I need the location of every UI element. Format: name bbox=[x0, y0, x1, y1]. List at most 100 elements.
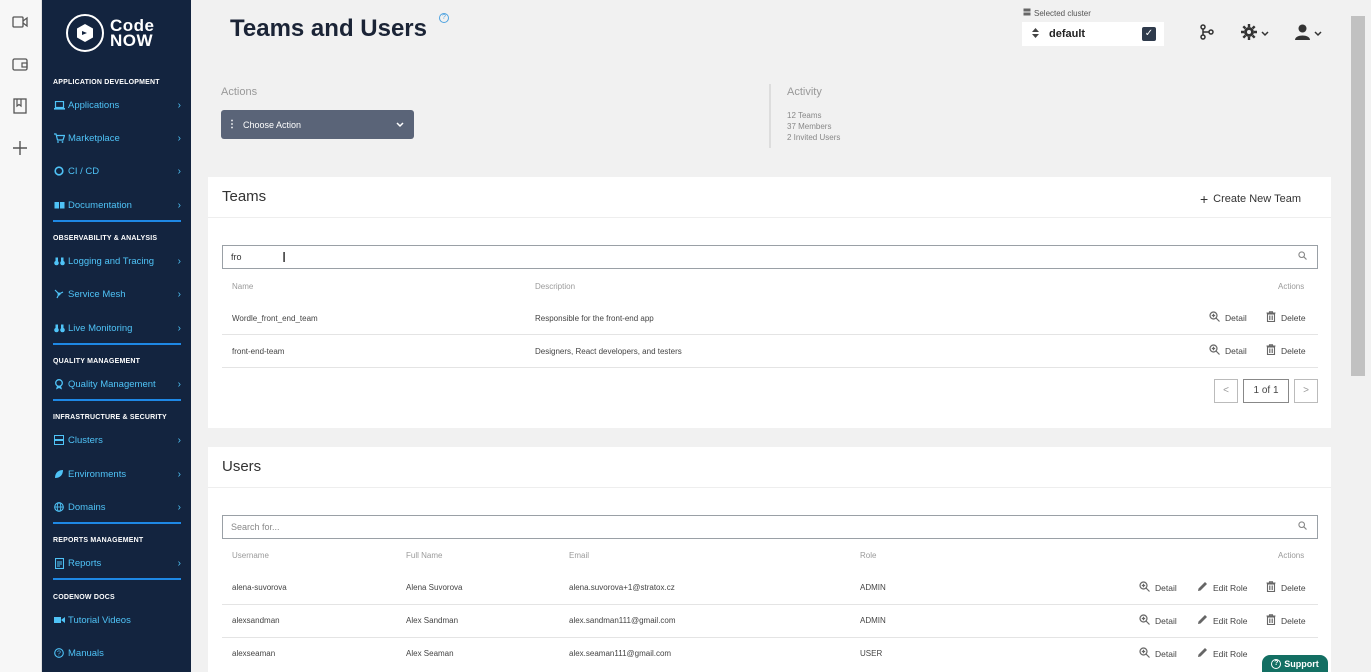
sidebar-item-reports[interactable]: Reports › bbox=[53, 554, 181, 572]
git-branch-icon[interactable] bbox=[1200, 24, 1214, 40]
sidebar-item-live-monitoring[interactable]: Live Monitoring › bbox=[53, 319, 181, 337]
scrollbar-thumb[interactable] bbox=[1351, 16, 1365, 376]
detail-label: Detail bbox=[1225, 346, 1247, 356]
zoom-in-icon bbox=[1139, 647, 1150, 661]
sidebar-item-quality-management[interactable]: Quality Management › bbox=[53, 375, 181, 393]
user-role: ADMIN bbox=[860, 583, 886, 592]
create-new-team-label: Create New Team bbox=[1213, 193, 1301, 205]
chevron-right-icon: › bbox=[177, 322, 181, 334]
team-delete-button[interactable]: Delete bbox=[1266, 311, 1306, 325]
users-card: Users Username Full Name Email Role Acti… bbox=[208, 447, 1331, 672]
sidebar-item-domains[interactable]: Domains › bbox=[53, 498, 181, 516]
user-delete-button[interactable]: Delete bbox=[1266, 581, 1306, 595]
user-edit-role-button[interactable]: Edit Role bbox=[1197, 647, 1248, 661]
book-icon[interactable] bbox=[10, 96, 30, 116]
sidebar-item-logging[interactable]: Logging and Tracing › bbox=[53, 252, 181, 270]
sidebar-item-label: Service Mesh bbox=[68, 288, 126, 300]
sidebar-item-label: Applications bbox=[68, 99, 120, 111]
delete-label: Delete bbox=[1281, 346, 1306, 356]
user-edit-role-button[interactable]: Edit Role bbox=[1197, 614, 1248, 628]
sidebar-item-manuals[interactable]: ? Manuals bbox=[53, 644, 181, 662]
detail-label: Detail bbox=[1155, 616, 1177, 626]
user-username: alena-suvorova bbox=[232, 583, 287, 592]
check-icon[interactable]: ✓ bbox=[1142, 27, 1156, 41]
sidebar-item-label: Manuals bbox=[68, 647, 104, 659]
team-delete-button[interactable]: Delete bbox=[1266, 344, 1306, 358]
pager-next-button[interactable]: > bbox=[1294, 379, 1318, 403]
section-reports: REPORTS MANAGEMENT bbox=[53, 537, 144, 544]
cluster-select[interactable]: default ✓ bbox=[1022, 22, 1164, 46]
activity-invited: 2 Invited Users bbox=[787, 133, 841, 142]
open-book-icon bbox=[53, 201, 65, 209]
help-icon[interactable]: ? bbox=[439, 13, 449, 23]
sidebar-item-environments[interactable]: Environments › bbox=[53, 465, 181, 483]
section-infrastructure: INFRASTRUCTURE & SECURITY bbox=[53, 414, 167, 421]
codenow-logo[interactable]: Code NOW bbox=[66, 14, 155, 52]
choose-action-dropdown[interactable]: ⋮ Choose Action bbox=[221, 110, 414, 139]
sidebar-item-label: Logging and Tracing bbox=[68, 255, 155, 267]
user-username: alexseaman bbox=[232, 649, 276, 658]
vertical-dots-icon: ⋮ bbox=[227, 119, 237, 130]
settings-menu[interactable] bbox=[1241, 24, 1269, 44]
sidebar-item-marketplace[interactable]: Marketplace › bbox=[53, 129, 181, 147]
sidebar-item-tutorial-videos[interactable]: Tutorial Videos bbox=[53, 611, 181, 629]
chevron-right-icon: › bbox=[177, 199, 181, 211]
sidebar-item-label: Documentation bbox=[68, 199, 132, 211]
col-role-header: Role bbox=[860, 551, 877, 560]
search-icon bbox=[1298, 251, 1307, 262]
plus-icon[interactable] bbox=[10, 138, 30, 158]
server-icon bbox=[53, 435, 65, 445]
trash-icon bbox=[1266, 614, 1276, 628]
trash-icon bbox=[1266, 344, 1276, 358]
team-detail-button[interactable]: Detail bbox=[1209, 344, 1247, 358]
users-search[interactable] bbox=[222, 515, 1318, 539]
users-search-input[interactable] bbox=[223, 516, 1317, 538]
detail-label: Detail bbox=[1155, 583, 1177, 593]
chevron-right-icon: › bbox=[177, 434, 181, 446]
mesh-icon bbox=[53, 289, 65, 299]
gear-icon bbox=[1241, 24, 1257, 44]
row-divider bbox=[222, 367, 1318, 368]
user-detail-button[interactable]: Detail bbox=[1139, 581, 1177, 595]
sidebar-item-documentation[interactable]: Documentation › bbox=[53, 196, 181, 214]
users-title: Users bbox=[222, 458, 262, 475]
user-delete-button[interactable]: Delete bbox=[1266, 614, 1306, 628]
user-menu[interactable] bbox=[1295, 24, 1322, 44]
cicd-icon bbox=[53, 166, 65, 176]
section-application-development: APPLICATION DEVELOPMENT bbox=[53, 79, 160, 86]
zoom-in-icon bbox=[1139, 614, 1150, 628]
activity-members: 37 Members bbox=[787, 122, 832, 131]
sidebar-item-applications[interactable]: Applications › bbox=[53, 96, 181, 114]
sidebar-item-clusters[interactable]: Clusters › bbox=[53, 431, 181, 449]
user-detail-button[interactable]: Detail bbox=[1139, 614, 1177, 628]
search-icon bbox=[1298, 521, 1307, 532]
delete-label: Delete bbox=[1281, 583, 1306, 593]
sidebar-item-service-mesh[interactable]: Service Mesh › bbox=[53, 285, 181, 303]
teams-search-input[interactable] bbox=[223, 246, 1317, 268]
section-docs: CODENOW DOCS bbox=[53, 594, 115, 601]
trash-icon bbox=[1266, 311, 1276, 325]
team-description: Designers, React developers, and testers bbox=[535, 347, 682, 356]
sidebar-item-cicd[interactable]: CI / CD › bbox=[53, 162, 181, 180]
logo-cube-icon bbox=[66, 14, 104, 52]
col-actions-header: Actions bbox=[1278, 282, 1305, 291]
create-new-team-button[interactable]: + Create New Team bbox=[1200, 191, 1301, 207]
user-username: alexsandman bbox=[232, 616, 280, 625]
database-icon bbox=[1023, 8, 1031, 18]
teams-search[interactable] bbox=[222, 245, 1318, 269]
support-button[interactable]: ? Support bbox=[1262, 655, 1328, 672]
detail-label: Detail bbox=[1225, 313, 1247, 323]
page-scrollbar[interactable] bbox=[1348, 0, 1371, 672]
sidebar-item-label: Marketplace bbox=[68, 132, 120, 144]
wallet-icon[interactable] bbox=[10, 54, 30, 74]
team-detail-button[interactable]: Detail bbox=[1209, 311, 1247, 325]
pager-prev-button[interactable]: < bbox=[1214, 379, 1238, 403]
pencil-icon bbox=[1197, 614, 1208, 628]
user-edit-role-button[interactable]: Edit Role bbox=[1197, 581, 1248, 595]
chevron-down-icon bbox=[396, 120, 404, 130]
leaf-icon bbox=[53, 469, 65, 479]
user-detail-button[interactable]: Detail bbox=[1139, 647, 1177, 661]
chevron-right-icon: › bbox=[177, 557, 181, 569]
video-icon[interactable] bbox=[10, 12, 30, 32]
question-icon: ? bbox=[1271, 658, 1282, 669]
